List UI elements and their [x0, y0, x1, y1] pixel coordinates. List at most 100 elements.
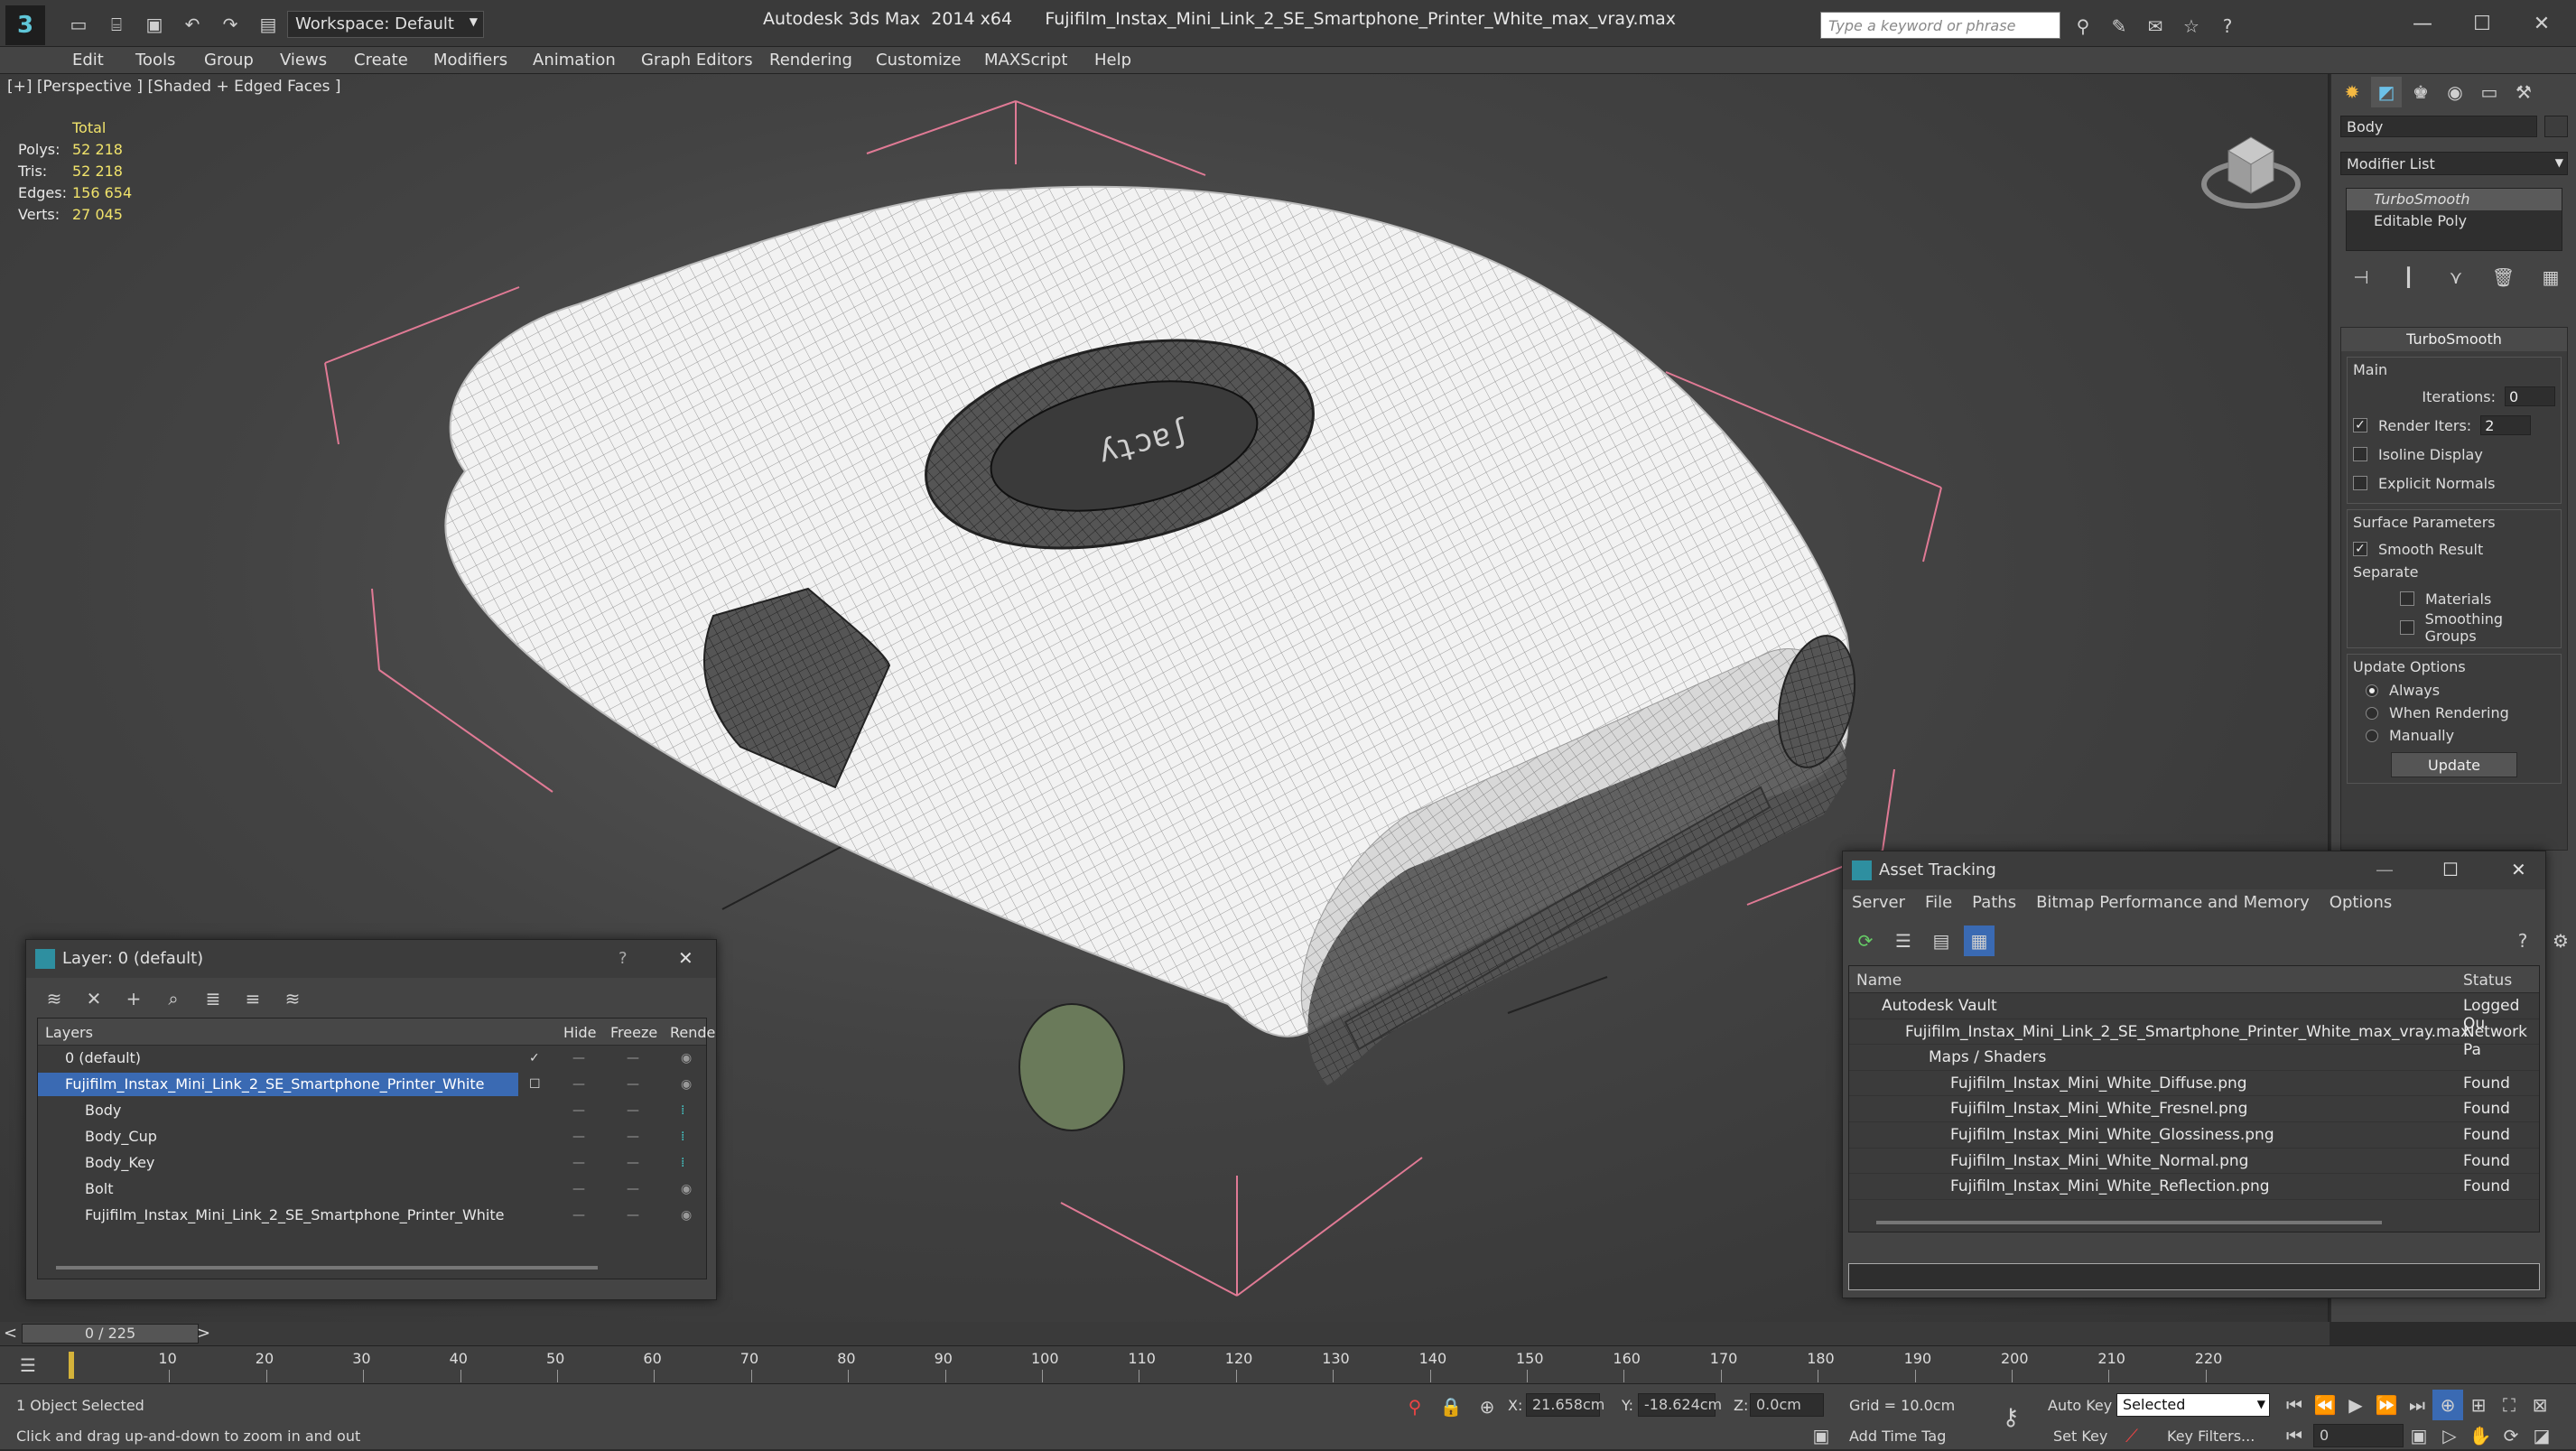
app-logo-icon[interactable]: 3 [5, 5, 45, 45]
refresh-icon[interactable]: ⟳ [1850, 925, 1881, 956]
menu-create[interactable]: Create [354, 51, 408, 70]
details-view-icon[interactable]: ▤ [1926, 925, 1957, 956]
hide-toggle[interactable]: — [572, 1182, 585, 1196]
table-view-icon[interactable]: ▦ [1964, 925, 1995, 956]
modifier-list-dropdown[interactable]: Modifier List ▼ [2340, 152, 2568, 175]
isolate-selection-icon[interactable]: ⚲ [1400, 1391, 1430, 1422]
menu-group[interactable]: Group [204, 51, 254, 70]
absolute-mode-icon[interactable]: ⊕ [1472, 1391, 1502, 1422]
set-key-icon[interactable]: ⚷ [1995, 1402, 2026, 1433]
help-icon[interactable]: ? [2212, 11, 2243, 42]
render-toggle-icon[interactable]: ◉ [681, 1208, 692, 1223]
explicit-normals-checkbox[interactable] [2353, 476, 2367, 490]
freeze-toggle[interactable]: — [627, 1208, 639, 1223]
layer-row[interactable]: Fujifilm_Instax_Mini_Link_2_SE_Smartphon… [38, 1072, 706, 1098]
render-toggle-icon[interactable]: ◉ [681, 1182, 692, 1196]
current-frame-marker[interactable] [69, 1352, 74, 1379]
next-frame-icon[interactable]: ⏩ [2371, 1390, 2402, 1420]
set-key-mode-icon[interactable]: ⟋ [2116, 1420, 2147, 1451]
zoom-extents-icon[interactable]: ⛶ [2494, 1390, 2525, 1420]
isoline-checkbox[interactable] [2353, 447, 2367, 461]
project-folder-icon[interactable]: ▤ [253, 9, 284, 40]
asset-path-field[interactable] [1848, 1263, 2540, 1290]
col-status[interactable]: Status [2463, 972, 2512, 990]
z-coordinate-field[interactable]: 0.0cm [1750, 1393, 1824, 1417]
previous-frame-icon[interactable]: ⏪ [2310, 1390, 2340, 1420]
remove-modifier-icon[interactable]: 🗑 [2488, 262, 2519, 293]
hide-toggle[interactable]: — [572, 1103, 585, 1118]
render-toggle-icon[interactable]: ⁞ [681, 1103, 684, 1118]
menu-file[interactable]: File [1925, 893, 1952, 912]
menu-graph-editors[interactable]: Graph Editors [641, 51, 753, 70]
asset-row[interactable]: Fujifilm_Instax_Mini_White_Normal.png Fou… [1849, 1149, 2539, 1175]
freeze-toggle[interactable]: — [627, 1130, 639, 1144]
stack-item-turbosmooth[interactable]: TurboSmooth [2347, 189, 2562, 210]
hide-toggle[interactable]: — [572, 1130, 585, 1144]
minimize-icon[interactable]: — [2376, 859, 2394, 880]
dialog-titlebar[interactable]: Layer: 0 (default) ? ✕ [26, 940, 716, 978]
go-to-start-icon[interactable]: ⏮ [2279, 1390, 2310, 1420]
maximize-icon[interactable]: ☐ [2442, 859, 2459, 880]
col-name[interactable]: Name [1856, 972, 1902, 990]
asset-row[interactable]: Fujifilm_Instax_Mini_White_Diffuse.png Fo… [1849, 1071, 2539, 1097]
help-icon[interactable]: ? [2507, 925, 2538, 956]
zoom-all-icon[interactable]: ⊞ [2463, 1390, 2494, 1420]
menu-paths[interactable]: Paths [1972, 893, 2016, 912]
horizontal-scrollbar[interactable] [1876, 1221, 2382, 1224]
close-icon[interactable]: ✕ [2512, 5, 2571, 42]
close-icon[interactable]: ✕ [2511, 859, 2526, 880]
hide-toggle[interactable]: — [572, 1077, 585, 1092]
hierarchy-tab-icon[interactable]: ♚ [2405, 77, 2436, 107]
iterations-spinner[interactable]: 0 [2505, 386, 2555, 406]
menu-edit[interactable]: Edit [72, 51, 104, 70]
col-freeze[interactable]: Freeze [610, 1024, 657, 1041]
select-objects-icon[interactable]: ⌕ [158, 983, 189, 1014]
materials-checkbox[interactable] [2400, 591, 2414, 606]
list-view-icon[interactable]: ☰ [1888, 925, 1919, 956]
help-icon[interactable]: ? [618, 949, 628, 968]
viewport-label[interactable]: [+] [Perspective ] [Shaded + Edged Faces… [7, 78, 340, 96]
time-tag-icon[interactable]: ▣ [1806, 1420, 1837, 1451]
add-to-layer-icon[interactable]: + [118, 983, 149, 1014]
key-mode-icon[interactable]: ⏮ [2279, 1420, 2310, 1451]
orbit-icon[interactable]: ⟳ [2496, 1420, 2526, 1451]
zoom-extents-all-icon[interactable]: ⊠ [2525, 1390, 2555, 1420]
col-hide[interactable]: Hide [563, 1024, 596, 1041]
add-time-tag[interactable]: Add Time Tag [1849, 1428, 1946, 1445]
key-filters-button[interactable]: Key Filters... [2167, 1428, 2255, 1445]
selection-set-dropdown[interactable]: Selected ▼ [2116, 1393, 2270, 1417]
maximize-viewport-icon[interactable]: ◪ [2526, 1420, 2557, 1451]
pan-view-icon[interactable]: ✋ [2465, 1420, 2496, 1451]
manually-radio[interactable] [2366, 729, 2378, 742]
menu-bitmap-performance[interactable]: Bitmap Performance and Memory [2036, 893, 2310, 912]
minimize-icon[interactable]: — [2393, 5, 2452, 42]
current-frame-field[interactable]: 0 [2313, 1424, 2404, 1447]
freeze-toggle[interactable]: — [627, 1103, 639, 1118]
dialog-titlebar[interactable]: Asset Tracking — ☐ ✕ [1843, 851, 2545, 889]
menu-modifiers[interactable]: Modifiers [433, 51, 507, 70]
rollout-title[interactable]: TurboSmooth [2341, 328, 2567, 351]
pin-stack-icon[interactable]: ⊣ [2346, 262, 2376, 293]
menu-animation[interactable]: Animation [533, 51, 616, 70]
create-layer-icon[interactable]: ≋ [39, 983, 70, 1014]
layer-row[interactable]: Bolt — — ◉ [38, 1177, 706, 1203]
current-layer-check-icon[interactable]: ✓ [529, 1051, 540, 1065]
menu-options[interactable]: Options [2330, 893, 2392, 912]
menu-customize[interactable]: Customize [876, 51, 961, 70]
go-to-end-icon[interactable]: ⏭ [2402, 1390, 2432, 1420]
modify-tab-icon[interactable]: ◩ [2371, 77, 2402, 107]
create-tab-icon[interactable]: ✹ [2337, 77, 2367, 107]
menu-maxscript[interactable]: MAXScript [984, 51, 1067, 70]
hide-toggle[interactable]: — [572, 1051, 585, 1065]
col-layers[interactable]: Layers [45, 1024, 93, 1041]
menu-tools[interactable]: Tools [135, 51, 175, 70]
undo-icon[interactable]: ↶ [177, 9, 208, 40]
show-end-result-icon[interactable]: ┃ [2394, 262, 2424, 293]
prev-frame-icon[interactable]: < [4, 1324, 17, 1343]
current-layer-box-icon[interactable]: ☐ [529, 1077, 541, 1092]
motion-tab-icon[interactable]: ◉ [2440, 77, 2470, 107]
stack-item-editable-poly[interactable]: Editable Poly [2347, 210, 2562, 232]
render-iters-checkbox[interactable]: ✓ [2353, 418, 2367, 433]
highlight-layer-icon[interactable]: ≣ [198, 983, 228, 1014]
freeze-all-icon[interactable]: ≋ [277, 983, 308, 1014]
